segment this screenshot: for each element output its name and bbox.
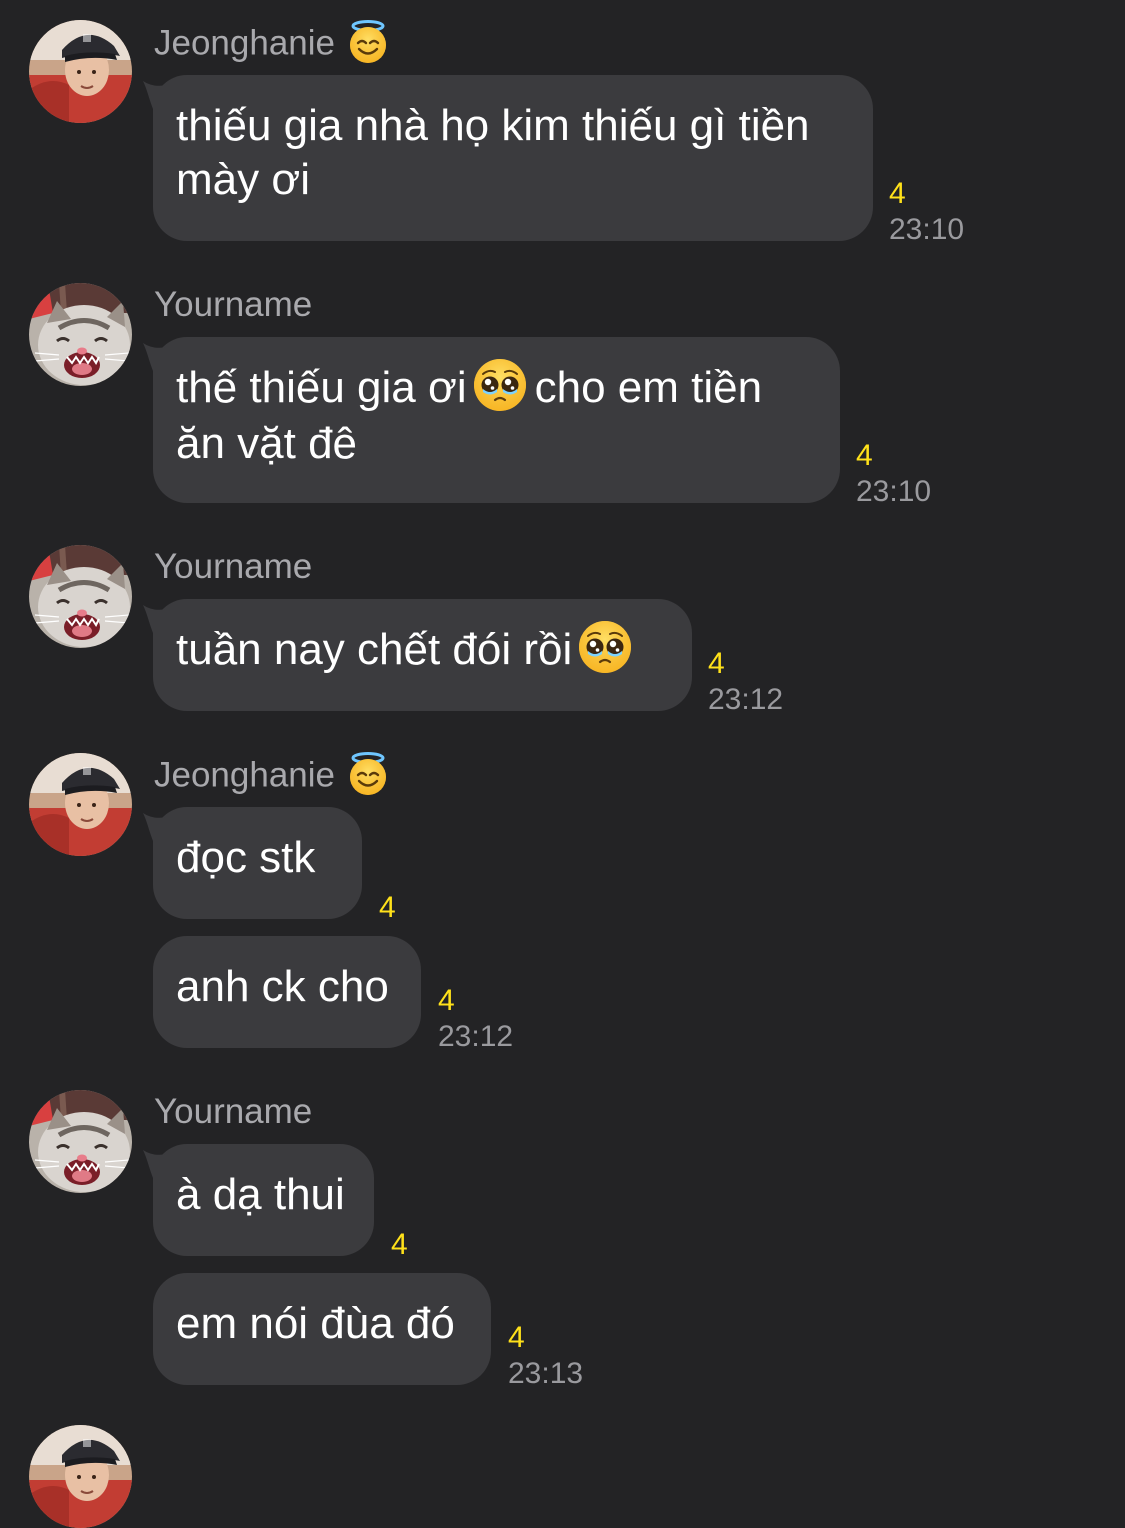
message-time: 23:13 [508, 1357, 584, 1390]
message-meta: 4 23:13 [508, 1320, 583, 1392]
message-text-part: tuần nay chết đói rồi [176, 625, 573, 674]
message-time: 23:10 [856, 475, 932, 508]
sender-name: Yourname [154, 546, 312, 588]
avatar-yourname[interactable] [29, 283, 132, 386]
person-with-cap-avatar-icon [29, 20, 132, 123]
smiling-face-with-halo-icon [345, 19, 391, 65]
sender-name-text: Yourname [154, 1092, 313, 1131]
seen-count: 4 [438, 984, 455, 1017]
message-bubble[interactable]: thế thiếu gia ơi cho em tiền ăn vặt đê [153, 337, 840, 503]
crying-cat-avatar-icon [29, 1090, 132, 1193]
sender-name: Yourname [154, 1091, 312, 1133]
seen-count: 4 [508, 1321, 525, 1354]
seen-count: 4 [379, 891, 396, 924]
pleading-face-icon [578, 620, 632, 674]
person-with-cap-avatar-icon [29, 1425, 132, 1528]
sender-name: Jeonghanie [154, 754, 391, 800]
avatar-yourname[interactable] [29, 545, 132, 648]
message-bubble[interactable]: anh ck cho [153, 936, 421, 1048]
sender-name-text: Jeonghanie [154, 755, 335, 795]
message-text-part: cho em tiền [534, 363, 763, 412]
person-with-cap-avatar-icon [29, 753, 132, 856]
crying-cat-avatar-icon [29, 545, 132, 648]
message-bubble[interactable]: thiếu gia nhà họ kim thiếu gì tiền mày ơ… [153, 75, 873, 241]
seen-count: 4 [708, 647, 725, 680]
avatar-jeonghanie[interactable] [29, 20, 132, 123]
message-meta: 4 23:10 [889, 176, 964, 248]
message-text: tuần nay chết đói rồi [176, 623, 669, 679]
pleading-face-icon [473, 358, 527, 412]
sender-name-text: Yourname [154, 285, 313, 324]
message-bubble[interactable]: tuần nay chết đói rồi [153, 599, 692, 711]
bubble-tail [143, 605, 165, 633]
message-meta: 4 [391, 1227, 408, 1263]
sender-name: Yourname [154, 284, 312, 326]
crying-cat-avatar-icon [29, 283, 132, 386]
seen-count: 4 [856, 439, 873, 472]
message-text-line-1: thế thiếu gia ơi cho em tiền [176, 361, 817, 417]
message-text: à dạ thui [176, 1170, 345, 1219]
message-meta: 4 23:12 [708, 646, 783, 718]
message-text: em nói đùa đó [176, 1299, 455, 1348]
message-time: 23:12 [708, 683, 784, 716]
message-bubble[interactable]: à dạ thui [153, 1144, 374, 1256]
message-text: anh ck cho [176, 962, 389, 1011]
message-text-line-2: ăn vặt đê [176, 419, 358, 469]
message-text: đọc stk [176, 833, 316, 882]
message-meta: 4 23:10 [856, 438, 931, 510]
message-time: 23:12 [438, 1020, 514, 1053]
avatar-yourname[interactable] [29, 1090, 132, 1193]
message-bubble[interactable]: em nói đùa đó [153, 1273, 491, 1385]
sender-name-text: Jeonghanie [154, 23, 335, 63]
seen-count: 4 [889, 177, 906, 210]
bubble-tail [143, 81, 165, 109]
message-bubble[interactable]: đọc stk [153, 807, 362, 919]
sender-name-text: Yourname [154, 547, 313, 586]
message-text: thiếu gia nhà họ kim thiếu gì tiền mày ơ… [176, 101, 810, 204]
smiling-face-with-halo-icon [345, 751, 391, 797]
seen-count: 4 [391, 1228, 408, 1261]
message-meta: 4 [379, 890, 396, 926]
avatar-jeonghanie[interactable] [29, 753, 132, 856]
message-time: 23:10 [889, 213, 965, 246]
message-text-part: thế thiếu gia ơi [176, 363, 467, 412]
bubble-tail [143, 1150, 165, 1178]
avatar-next[interactable] [29, 1425, 132, 1528]
sender-name: Jeonghanie [154, 22, 391, 68]
bubble-tail [143, 343, 165, 371]
bubble-tail [143, 813, 165, 841]
message-meta: 4 23:12 [438, 983, 513, 1055]
